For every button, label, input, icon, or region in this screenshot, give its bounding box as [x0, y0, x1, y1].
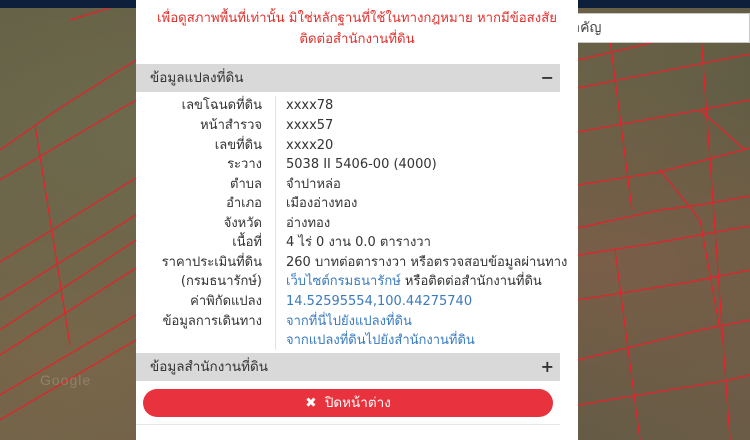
row-value: 4 ไร่ 0 งาน 0.0 ตารางวา	[286, 235, 431, 250]
travel-link-wrap-1: จากที่นี่ไปยังแปลงที่ดิน	[286, 312, 412, 332]
table-row: ค่าพิกัดแปลง 14.52595554,100.44275740	[136, 292, 560, 312]
row-value: xxxx78	[286, 98, 334, 113]
row-label: เลขโฉนดที่ดิน	[181, 98, 262, 113]
table-row: อำเภอ เมืองอ่างทอง	[136, 194, 560, 214]
row-label: หน้าสำรวจ	[200, 118, 262, 133]
table-row: ตำบล จำปาหล่อ	[136, 175, 560, 195]
directions-to-parcel-link[interactable]: จากที่นี่ไปยังแปลงที่ดิน	[286, 314, 412, 329]
price-contact-text: หรือติดต่อสำนักงานที่ดิน	[400, 274, 542, 289]
disclaimer-line-2: ติดต่อสำนักงานที่ดิน	[299, 32, 415, 47]
disclaimer-line-1: เพื่อดูสภาพพื้นที่เท่านั้น มิใช่หลักฐานท…	[157, 11, 557, 26]
table-row: จากแปลงที่ดินไปยังสำนักงานที่ดิน	[136, 331, 560, 351]
row-value: xxxx20	[286, 138, 334, 153]
price-value: 260 บาทต่อตารางวา หรือตรวจสอบข้อมูลผ่านท…	[286, 255, 568, 270]
parcel-section-title: ข้อมูลแปลงที่ดิน	[150, 70, 244, 86]
parcel-info-panel: เพื่อดูสภาพพื้นที่เท่านั้น มิใช่หลักฐานท…	[136, 0, 578, 440]
row-label: จังหวัด	[223, 216, 262, 231]
row-label: เนื้อที่	[232, 235, 262, 250]
treasury-website-link[interactable]: เว็บไซต์กรมธนารักษ์	[286, 274, 401, 289]
table-row: ข้อมูลการเดินทาง จากที่นี่ไปยังแปลงที่ดิ…	[136, 312, 560, 332]
table-row: เนื้อที่ 4 ไร่ 0 งาน 0.0 ตารางวา	[136, 233, 560, 253]
row-label: ตำบล	[230, 177, 262, 192]
row-label: อำเภอ	[226, 196, 262, 211]
close-window-button[interactable]: ✖ ปิดหน้าต่าง	[143, 389, 553, 417]
table-row: ระวาง 5038 II 5406-00 (4000)	[136, 155, 560, 175]
row-value: อ่างทอง	[286, 216, 331, 231]
legal-disclaimer: เพื่อดูสภาพพื้นที่เท่านั้น มิใช่หลักฐานท…	[136, 8, 578, 50]
expand-icon[interactable]: +	[541, 353, 554, 381]
row-value: xxxx57	[286, 118, 334, 133]
close-button-label: ปิดหน้าต่าง	[324, 395, 391, 411]
coords-value-wrap: 14.52595554,100.44275740	[286, 292, 472, 312]
price-source-value: เว็บไซต์กรมธนารักษ์ หรือติดต่อสำนักงานที…	[286, 272, 542, 292]
table-row: หน้าสำรวจ xxxx57	[136, 116, 560, 136]
parcel-section-header[interactable]: ข้อมูลแปลงที่ดิน −	[136, 64, 560, 92]
travel-label: ข้อมูลการเดินทาง	[162, 314, 262, 329]
row-value: เมืองอ่างทอง	[286, 196, 358, 211]
coords-link[interactable]: 14.52595554,100.44275740	[286, 294, 472, 309]
panel-divider	[136, 424, 560, 425]
price-source-label: (กรมธนารักษ์)	[180, 274, 262, 289]
table-row: เลขโฉนดที่ดิน xxxx78	[136, 96, 560, 116]
coords-label: ค่าพิกัดแปลง	[190, 294, 262, 309]
price-label: ราคาประเมินที่ดิน	[161, 255, 262, 270]
office-section-title: ข้อมูลสำนักงานที่ดิน	[150, 359, 269, 375]
table-row: ราคาประเมินที่ดิน 260 บาทต่อตารางวา หรือ…	[136, 253, 568, 273]
directions-to-office-link[interactable]: จากแปลงที่ดินไปยังสำนักงานที่ดิน	[286, 333, 475, 348]
table-row: (กรมธนารักษ์) เว็บไซต์กรมธนารักษ์ หรือติ…	[136, 272, 560, 292]
row-label: เลขที่ดิน	[214, 138, 262, 153]
row-value: จำปาหล่อ	[286, 177, 341, 192]
travel-link-wrap-2: จากแปลงที่ดินไปยังสำนักงานที่ดิน	[286, 331, 475, 351]
table-row: เลขที่ดิน xxxx20	[136, 136, 560, 156]
office-section-header[interactable]: ข้อมูลสำนักงานที่ดิน +	[136, 353, 560, 381]
collapse-icon[interactable]: −	[541, 64, 554, 92]
close-icon: ✖	[305, 395, 317, 411]
map-watermark: Google	[40, 372, 92, 388]
row-value: 5038 II 5406-00 (4000)	[286, 157, 437, 172]
row-label: ระวาง	[227, 157, 262, 172]
table-row: จังหวัด อ่างทอง	[136, 214, 560, 234]
parcel-info-table: เลขโฉนดที่ดิน xxxx78 หน้าสำรวจ xxxx57 เล…	[136, 94, 568, 354]
